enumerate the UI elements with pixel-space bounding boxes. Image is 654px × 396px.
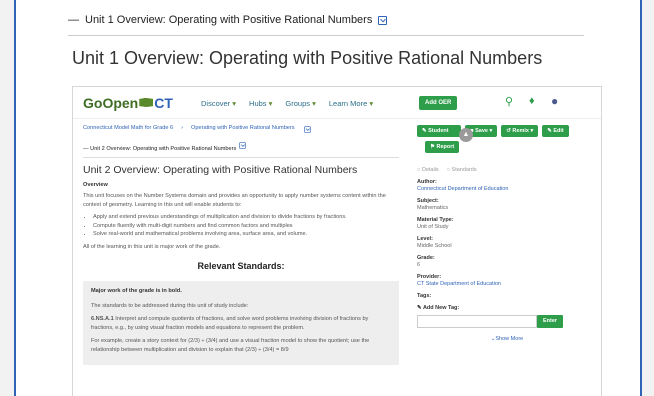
field-key: Material Type: [417, 217, 454, 223]
content-breadcrumb: Connecticut Model Math for Grade 6 › Ope… [83, 125, 399, 134]
metadata-field: Tags: [417, 293, 597, 299]
metadata-field: Subject: Mathematics [417, 198, 597, 211]
tab-standards-label: Standards [451, 167, 477, 173]
list-item: Solve real-world and mathematical proble… [93, 230, 399, 239]
content-sub-breadcrumb[interactable]: — Unit 2 Overview: Operating with Positi… [83, 141, 399, 152]
field-value: Middle School [417, 243, 452, 249]
overview-label: Overview [83, 182, 108, 188]
add-tag-label: ✎ Add New Tag: [417, 305, 460, 311]
standard-text: Interpret and compute quotients of fract… [91, 316, 369, 331]
box-bold-note: Major work of the grade is in bold. [91, 288, 182, 294]
main-menu: Discover Hubs Groups Learn More [201, 87, 373, 119]
divider [68, 35, 584, 36]
standard-code: 6.NS.A.1 [91, 316, 114, 322]
tab-details-label: Details [421, 167, 439, 173]
menu-discover[interactable]: Discover [201, 99, 236, 108]
divider [83, 157, 399, 158]
breadcrumb-chevron-icon: › [181, 125, 184, 131]
metadata-field: Provider: CT State Department of Educatio… [417, 274, 597, 287]
tag-row: Enter [417, 315, 597, 328]
add-oer-button[interactable]: Add OER [419, 96, 458, 110]
report-button[interactable]: ⚑ Report [425, 141, 460, 153]
main-content: Connecticut Model Math for Grade 6 › Ope… [83, 125, 399, 365]
embedded-screenshot: GoOpen CT Discover Hubs Groups Learn Mor… [72, 86, 602, 396]
field-value[interactable]: CT State Department of Education [417, 281, 597, 287]
collapse-dash-icon[interactable]: — [83, 146, 89, 152]
avatar[interactable]: ● [551, 94, 558, 108]
menu-learn-more[interactable]: Learn More [329, 99, 373, 108]
field-key: Subject: [417, 198, 439, 204]
logo-ct-text: CT [154, 94, 173, 111]
collapse-dash-icon[interactable]: — [68, 14, 79, 26]
objectives-list: Apply and extend previous understandings… [93, 213, 399, 239]
field-key: Author: [417, 179, 437, 185]
save-button-label: Save [475, 128, 488, 134]
tab-details[interactable]: ○ Details [417, 167, 439, 173]
box-example: For example, create a story context for … [91, 338, 370, 353]
page-title: Unit 1 Overview: Operating with Positive… [72, 48, 543, 68]
enter-button[interactable]: Enter [537, 315, 564, 328]
bell-icon[interactable]: ♦ [529, 95, 535, 107]
add-tag-text: Add New Tag: [422, 305, 460, 311]
student-view-button[interactable]: ✎ Student [417, 125, 462, 137]
report-button-label: Report [436, 144, 455, 150]
menu-hubs[interactable]: Hubs [249, 99, 272, 108]
list-item: Compute fluently with multi-digit number… [93, 222, 399, 231]
tag-input[interactable] [417, 315, 537, 328]
edit-button-label: Edit [553, 128, 564, 134]
box-standard: 6.NS.A.1 Interpret and compute quotients… [91, 315, 391, 332]
edit-button[interactable]: ✎ Edit [542, 125, 569, 137]
field-key: Grade: [417, 255, 435, 261]
field-value: Mathematics [417, 205, 449, 211]
breadcrumb[interactable]: — Unit 1 Overview: Operating with Positi… [68, 14, 388, 26]
page-frame: — Unit 1 Overview: Operating with Positi… [14, 0, 642, 396]
overview-text: This unit focuses on the Number Systems … [83, 193, 386, 208]
field-value: 6 [417, 262, 421, 268]
field-value: Unit of Study [417, 224, 449, 230]
action-buttons: ✎ Student ■ Save ▾ ↺ Remix ▾ ✎ Edit ⚑ Re… [417, 125, 597, 153]
field-key: Provider: [417, 274, 442, 280]
remix-button[interactable]: ↺ Remix ▾ [501, 125, 539, 137]
goopen-logo[interactable]: GoOpen CT [83, 95, 173, 111]
metadata-fields: Author: Connecticut Department of Educati… [417, 179, 597, 299]
box-intro: The standards to be addressed during thi… [91, 302, 249, 309]
tab-standards[interactable]: ○ Standards [447, 167, 477, 173]
remix-button-label: Remix [512, 128, 529, 134]
menu-groups[interactable]: Groups [285, 99, 315, 108]
add-tag-section: ✎ Add New Tag: Enter [417, 305, 597, 328]
top-nav: GoOpen CT Discover Hubs Groups Learn Mor… [73, 87, 601, 119]
cloud-upload-icon[interactable]: ▲ [459, 128, 473, 142]
breadcrumb-link-unit[interactable]: Operating with Positive Rational Numbers [191, 125, 295, 134]
metadata-field: Grade: 6 [417, 255, 597, 268]
sidebar: ✎ Student ■ Save ▾ ↺ Remix ▾ ✎ Edit ⚑ Re… [417, 125, 597, 342]
show-more-link[interactable]: ⌄Show More [417, 336, 597, 342]
student-button-label: Student [428, 128, 449, 134]
major-work-text: All of the learning in this unit is majo… [83, 243, 221, 250]
breadcrumb-link-course[interactable]: Connecticut Model Math for Grade 6 [83, 125, 173, 134]
field-value[interactable]: Connecticut Department of Education [417, 186, 597, 192]
breadcrumb-label[interactable]: Unit 1 Overview: Operating with Positive… [85, 14, 372, 26]
field-key: Level: [417, 236, 433, 242]
show-more-label: Show More [495, 336, 524, 342]
dropdown-doc-icon[interactable] [303, 126, 311, 133]
field-key: Tags: [417, 293, 432, 299]
relevant-standards-heading: Relevant Standards: [197, 261, 285, 271]
resource-heading: Unit 2 Overview: Operating with Positive… [83, 164, 358, 176]
sidebar-tabs: ○ Details ○ Standards [417, 167, 597, 173]
sub-breadcrumb-label[interactable]: Unit 2 Overview: Operating with Positive… [90, 146, 236, 152]
book-icon [139, 98, 154, 107]
search-icon[interactable]: ⚲ [505, 95, 513, 108]
metadata-field: Level: Middle School [417, 236, 597, 249]
logo-go-text: GoOpen [83, 94, 139, 111]
metadata-field: Author: Connecticut Department of Educati… [417, 179, 597, 192]
standards-box: Major work of the grade is in bold. The … [83, 281, 399, 365]
dropdown-doc-icon[interactable] [239, 142, 246, 149]
dropdown-doc-icon[interactable] [378, 15, 388, 25]
list-item: Apply and extend previous understandings… [93, 213, 399, 222]
metadata-field: Material Type: Unit of Study [417, 217, 597, 230]
